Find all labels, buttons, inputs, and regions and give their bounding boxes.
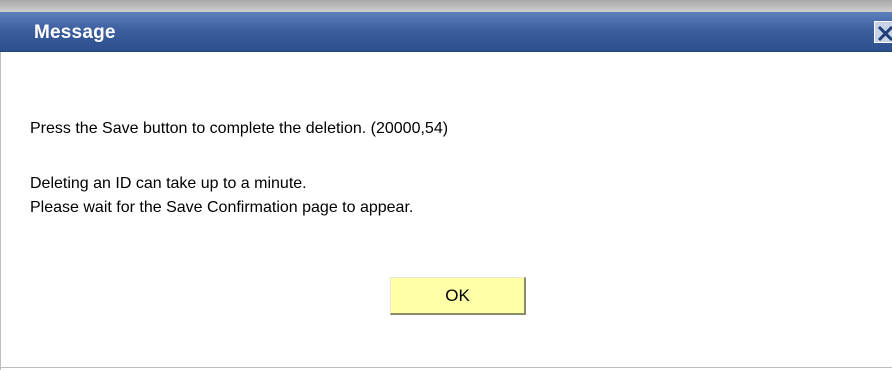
dialog-left-border (0, 52, 1, 370)
dialog-bottom-border (0, 367, 892, 368)
dialog-titlebar[interactable]: Message (0, 12, 892, 52)
ok-button[interactable]: OK (390, 277, 526, 315)
message-text-line-3: Please wait for the Save Confirmation pa… (30, 199, 414, 216)
message-dialog: Message Press the Save button to complet… (0, 0, 892, 370)
close-icon (875, 22, 892, 42)
window-top-edge (0, 0, 892, 12)
message-text-line-1: Press the Save button to complete the de… (30, 120, 449, 137)
close-button[interactable] (874, 21, 892, 43)
dialog-title: Message (34, 22, 116, 43)
message-text-line-2: Deleting an ID can take up to a minute. (30, 175, 307, 192)
